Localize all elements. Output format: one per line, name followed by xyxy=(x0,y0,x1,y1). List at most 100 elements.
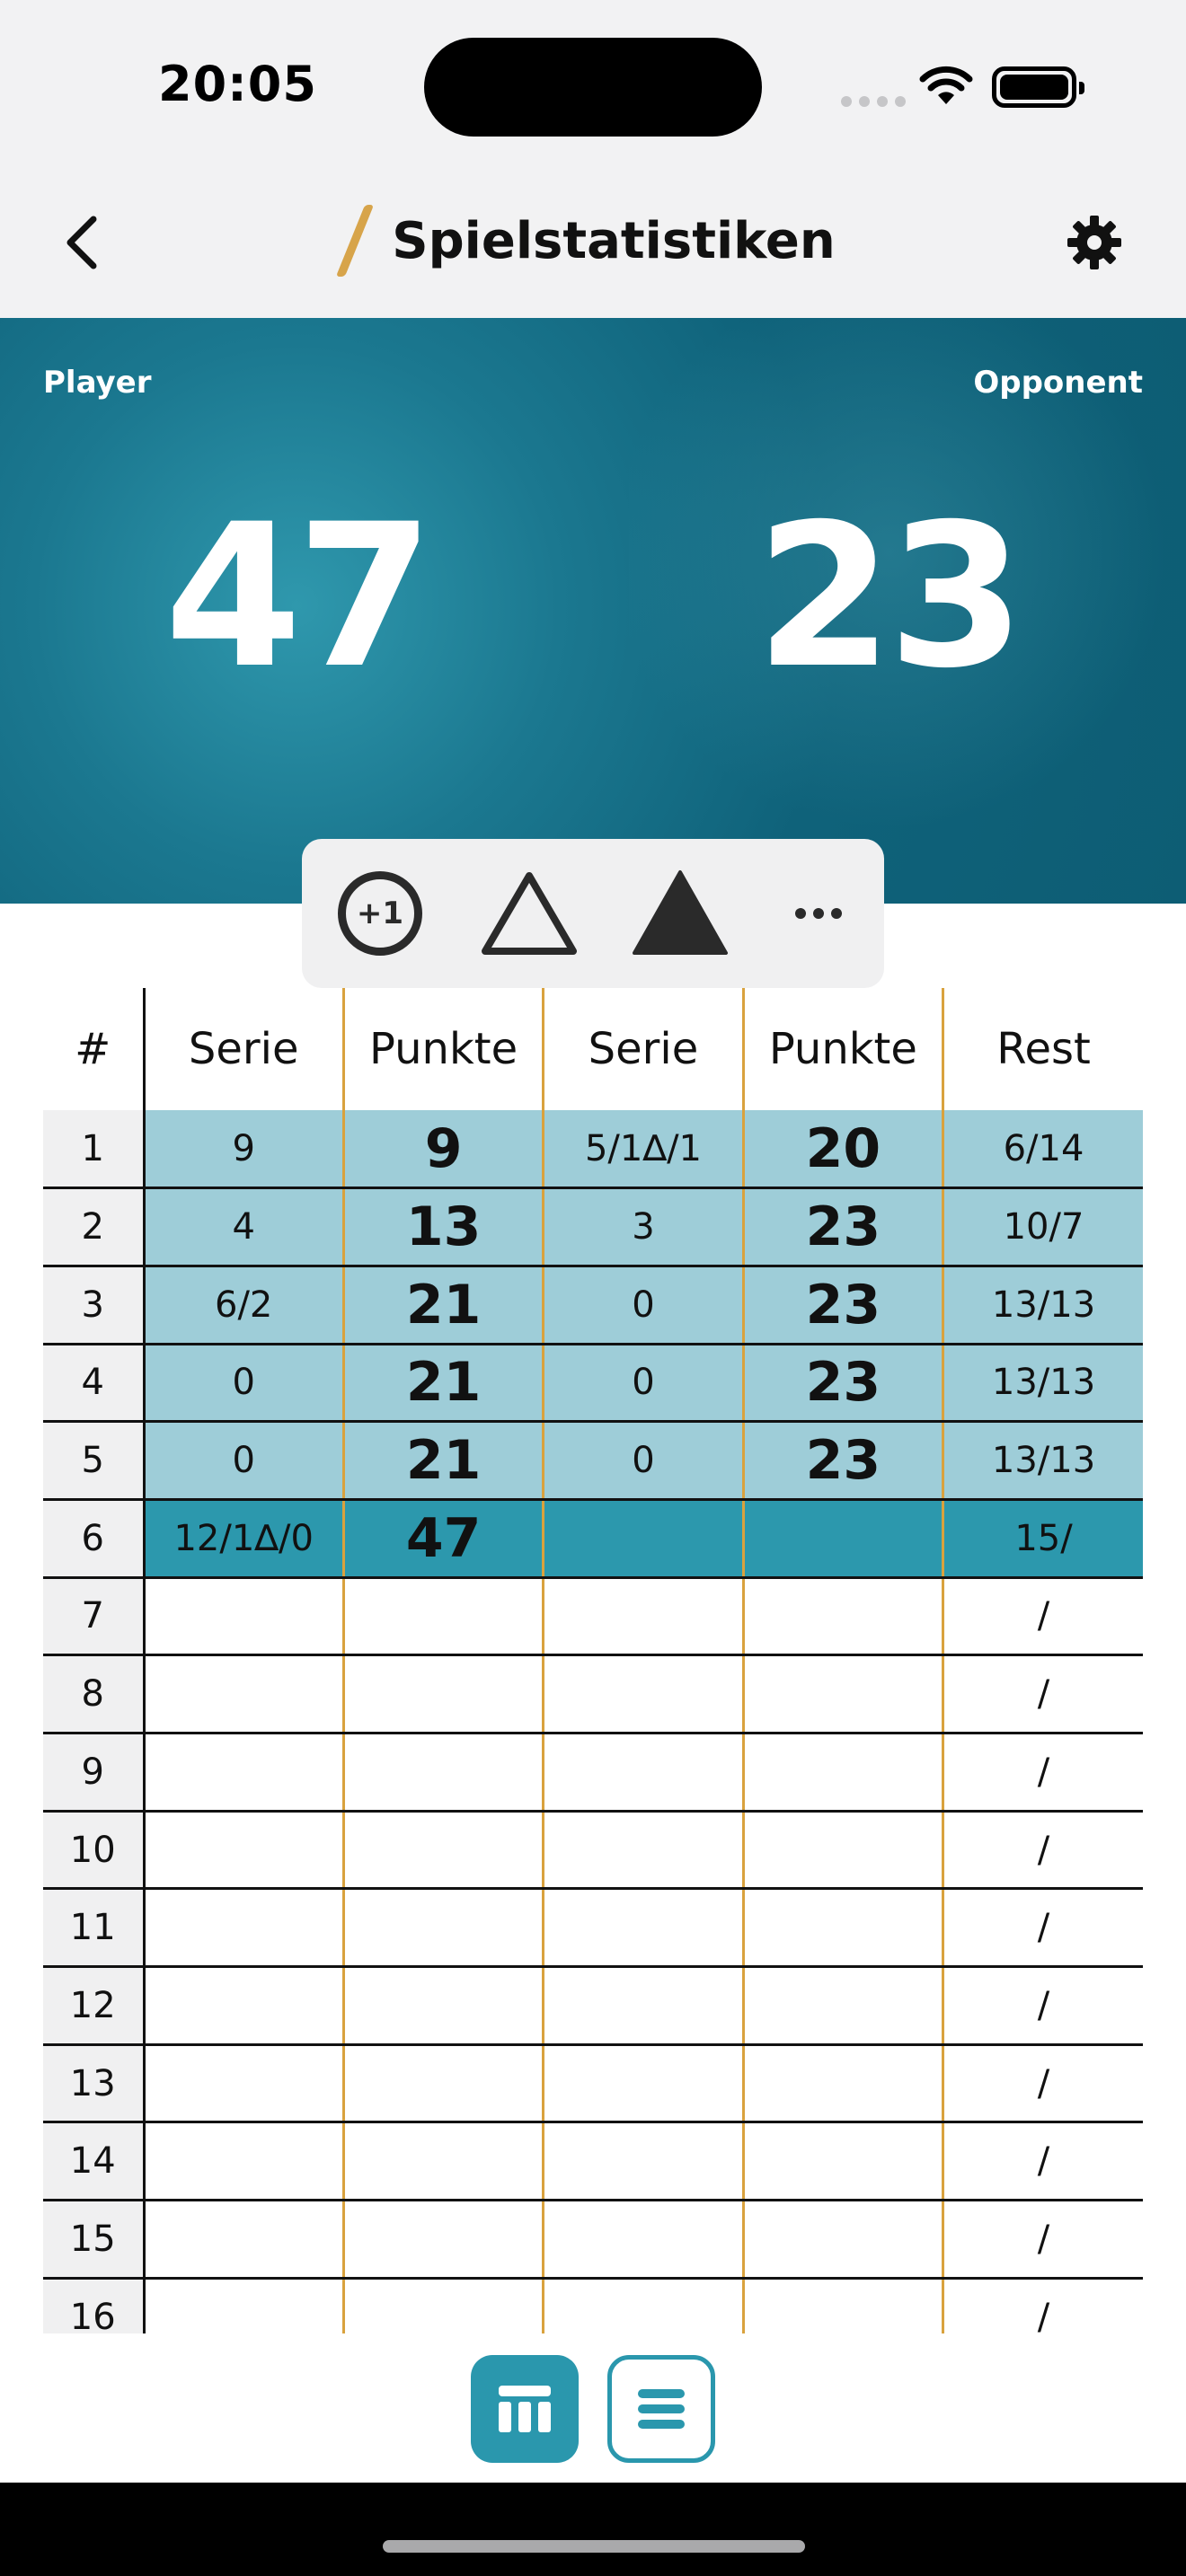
rest-cell[interactable]: / xyxy=(943,1966,1143,2046)
table-view-button[interactable] xyxy=(471,2355,579,2463)
opponent-serie-cell[interactable] xyxy=(543,1811,745,1891)
rest-cell[interactable]: / xyxy=(943,1733,1143,1813)
gear-icon[interactable] xyxy=(1066,214,1123,271)
opponent-punkte-cell[interactable]: 23 xyxy=(743,1266,945,1345)
player-punkte-cell[interactable] xyxy=(343,2278,545,2333)
rest-cell[interactable]: / xyxy=(943,1888,1143,1969)
foul-outline-button[interactable] xyxy=(480,864,579,963)
table-row[interactable]: 1 9 9 5/1∆/1 20 6/14 xyxy=(43,1110,1143,1190)
player-serie-cell[interactable]: 0 xyxy=(144,1344,345,1424)
opponent-punkte-cell[interactable] xyxy=(743,1654,945,1734)
list-view-button[interactable] xyxy=(607,2355,715,2463)
table-row[interactable]: 6 12/1∆/0 47 15/ xyxy=(43,1499,1143,1579)
player-serie-cell[interactable]: 6/2 xyxy=(144,1266,345,1345)
opponent-serie-cell[interactable]: 0 xyxy=(543,1421,745,1501)
rest-cell[interactable]: / xyxy=(943,1811,1143,1891)
opponent-serie-cell[interactable] xyxy=(543,1733,745,1813)
player-serie-cell[interactable]: 4 xyxy=(144,1187,345,1267)
opponent-punkte-cell[interactable] xyxy=(743,1577,945,1657)
opponent-punkte-cell[interactable]: 20 xyxy=(743,1110,945,1190)
opponent-serie-cell[interactable] xyxy=(543,2278,745,2333)
rest-cell[interactable]: 10/7 xyxy=(943,1187,1143,1267)
opponent-punkte-cell[interactable] xyxy=(743,2122,945,2202)
player-serie-cell[interactable] xyxy=(144,2122,345,2202)
player-punkte-cell[interactable]: 9 xyxy=(343,1110,545,1190)
table-row[interactable]: 11 / xyxy=(43,1888,1143,1969)
rest-cell[interactable]: / xyxy=(943,1654,1143,1734)
player-punkte-cell[interactable] xyxy=(343,2044,545,2124)
opponent-serie-cell[interactable] xyxy=(543,1966,745,2046)
opponent-serie-cell[interactable]: 0 xyxy=(543,1344,745,1424)
rest-cell[interactable]: 15/ xyxy=(943,1499,1143,1579)
opponent-punkte-cell[interactable] xyxy=(743,2200,945,2280)
player-serie-cell[interactable] xyxy=(144,2044,345,2124)
player-serie-cell[interactable] xyxy=(144,2200,345,2280)
player-serie-cell[interactable]: 9 xyxy=(144,1110,345,1190)
opponent-punkte-cell[interactable] xyxy=(743,2044,945,2124)
opponent-serie-cell[interactable]: 0 xyxy=(543,1266,745,1345)
more-button[interactable] xyxy=(769,864,868,963)
player-serie-cell[interactable] xyxy=(144,1733,345,1813)
opponent-serie-cell[interactable]: 3 xyxy=(543,1187,745,1267)
player-serie-cell[interactable] xyxy=(144,1811,345,1891)
opponent-punkte-cell[interactable] xyxy=(743,1499,945,1579)
opponent-punkte-cell[interactable]: 23 xyxy=(743,1187,945,1267)
player-punkte-cell[interactable] xyxy=(343,2122,545,2202)
plus-one-button[interactable]: +1 xyxy=(331,864,429,963)
rest-cell[interactable]: / xyxy=(943,2044,1143,2124)
player-serie-cell[interactable] xyxy=(144,1577,345,1657)
rest-cell[interactable]: 6/14 xyxy=(943,1110,1143,1190)
player-punkte-cell[interactable] xyxy=(343,1966,545,2046)
opponent-punkte-cell[interactable] xyxy=(743,1966,945,2046)
rest-cell[interactable]: 13/13 xyxy=(943,1344,1143,1424)
table-row[interactable]: 4 0 21 0 23 13/13 xyxy=(43,1344,1143,1424)
player-punkte-cell[interactable]: 21 xyxy=(343,1421,545,1501)
rest-cell[interactable]: 13/13 xyxy=(943,1421,1143,1501)
table-row[interactable]: 8/ xyxy=(43,1654,1143,1734)
player-punkte-cell[interactable] xyxy=(343,2200,545,2280)
player-serie-cell[interactable] xyxy=(144,1966,345,2046)
table-row[interactable]: 3 6/2 21 0 23 13/13 xyxy=(43,1266,1143,1345)
rest-cell[interactable]: / xyxy=(943,2122,1143,2202)
player-serie-cell[interactable]: 12/1∆/0 xyxy=(144,1499,345,1579)
player-punkte-cell[interactable]: 21 xyxy=(343,1266,545,1345)
player-serie-cell[interactable] xyxy=(144,2278,345,2333)
player-punkte-cell[interactable] xyxy=(343,1811,545,1891)
table-row[interactable]: 5 0 21 0 23 13/13 xyxy=(43,1421,1143,1501)
player-punkte-cell[interactable] xyxy=(343,1733,545,1813)
opponent-serie-cell[interactable] xyxy=(543,1499,745,1579)
rest-cell[interactable]: / xyxy=(943,1577,1143,1657)
player-punkte-cell[interactable]: 47 xyxy=(343,1499,545,1579)
opponent-punkte-cell[interactable] xyxy=(743,1888,945,1969)
opponent-punkte-cell[interactable] xyxy=(743,1733,945,1813)
rest-cell[interactable]: / xyxy=(943,2278,1143,2333)
table-row[interactable]: 7/ xyxy=(43,1577,1143,1657)
rest-cell[interactable]: 13/13 xyxy=(943,1266,1143,1345)
opponent-serie-cell[interactable] xyxy=(543,1654,745,1734)
table-row[interactable]: 16 / xyxy=(43,2278,1143,2333)
opponent-score[interactable]: 23 xyxy=(753,498,1025,695)
opponent-serie-cell[interactable] xyxy=(543,2200,745,2280)
opponent-punkte-cell[interactable]: 23 xyxy=(743,1421,945,1501)
opponent-serie-cell[interactable] xyxy=(543,2044,745,2124)
table-row[interactable]: 15 / xyxy=(43,2200,1143,2280)
home-indicator[interactable] xyxy=(383,2540,805,2553)
score-table-container[interactable]: # Serie Punkte Serie Punkte Rest 1 9 9 5/1∆… xyxy=(43,988,1143,2333)
table-row[interactable]: 14 / xyxy=(43,2122,1143,2202)
opponent-serie-cell[interactable] xyxy=(543,1888,745,1969)
table-row[interactable]: 12 / xyxy=(43,1966,1143,2046)
foul-filled-button[interactable] xyxy=(631,864,730,963)
opponent-punkte-cell[interactable] xyxy=(743,2278,945,2333)
opponent-punkte-cell[interactable] xyxy=(743,1811,945,1891)
rest-cell[interactable]: / xyxy=(943,2200,1143,2280)
player-punkte-cell[interactable] xyxy=(343,1654,545,1734)
player-serie-cell[interactable] xyxy=(144,1888,345,1969)
table-row[interactable]: 10 / xyxy=(43,1811,1143,1891)
opponent-punkte-cell[interactable]: 23 xyxy=(743,1344,945,1424)
table-row[interactable]: 13 / xyxy=(43,2044,1143,2124)
opponent-serie-cell[interactable]: 5/1∆/1 xyxy=(543,1110,745,1190)
table-row[interactable]: 9/ xyxy=(43,1733,1143,1813)
opponent-serie-cell[interactable] xyxy=(543,1577,745,1657)
player-punkte-cell[interactable] xyxy=(343,1577,545,1657)
player-serie-cell[interactable] xyxy=(144,1654,345,1734)
